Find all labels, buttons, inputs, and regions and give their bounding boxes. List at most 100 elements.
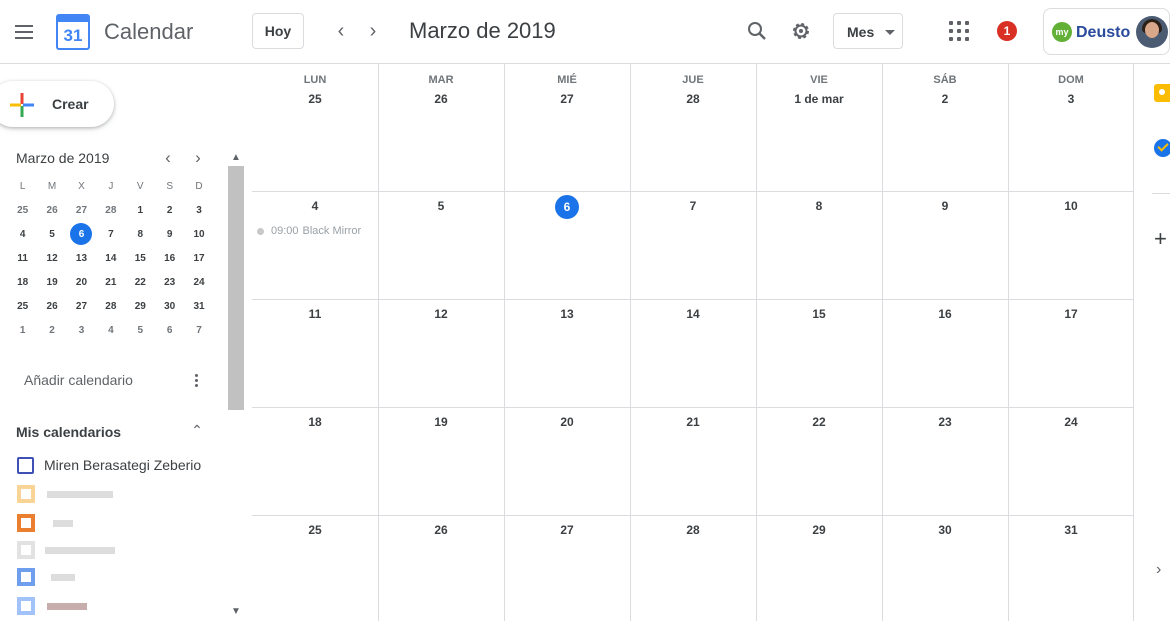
mini-prev-button[interactable]: ‹ bbox=[158, 148, 178, 168]
keep-icon[interactable] bbox=[1154, 84, 1170, 102]
day-cell[interactable]: 9 bbox=[882, 191, 1008, 299]
day-cell[interactable]: 23 bbox=[882, 407, 1008, 515]
tasks-icon[interactable] bbox=[1154, 139, 1170, 157]
mini-day[interactable]: 25 bbox=[8, 198, 37, 222]
mini-day[interactable]: 4 bbox=[96, 318, 125, 342]
mini-day[interactable]: 8 bbox=[126, 222, 155, 246]
day-cell[interactable]: 7 bbox=[630, 191, 756, 299]
day-cell[interactable]: 5 bbox=[378, 191, 504, 299]
day-number[interactable]: 19 bbox=[378, 415, 504, 429]
mini-day[interactable]: 27 bbox=[67, 198, 96, 222]
view-select[interactable]: Mes bbox=[833, 13, 903, 49]
day-number[interactable]: 26 bbox=[378, 92, 504, 106]
day-number[interactable]: 7 bbox=[630, 199, 756, 213]
day-number[interactable]: 12 bbox=[378, 307, 504, 321]
mini-day[interactable]: 26 bbox=[37, 294, 66, 318]
day-cell[interactable]: JUE 28 bbox=[630, 64, 756, 191]
mini-day[interactable]: 20 bbox=[67, 270, 96, 294]
day-cell[interactable]: 31 bbox=[1008, 515, 1134, 621]
sidebar-scrollbar[interactable]: ▲ ▼ bbox=[228, 150, 244, 620]
day-cell[interactable]: 4 09:00 Black Mirror bbox=[252, 191, 378, 299]
day-cell[interactable]: 11 bbox=[252, 299, 378, 407]
day-cell[interactable]: 10 bbox=[1008, 191, 1134, 299]
calendar-name[interactable]: Miren Berasategi Zeberio bbox=[44, 457, 201, 473]
day-cell[interactable]: 26 bbox=[378, 515, 504, 621]
day-cell[interactable]: 16 bbox=[882, 299, 1008, 407]
day-cell[interactable]: MAR 26 bbox=[378, 64, 504, 191]
day-cell[interactable]: 21 bbox=[630, 407, 756, 515]
mini-day[interactable]: 28 bbox=[96, 294, 125, 318]
mini-day[interactable]: 9 bbox=[155, 222, 184, 246]
day-number[interactable]: 24 bbox=[1008, 415, 1134, 429]
day-cell[interactable]: 8 bbox=[756, 191, 882, 299]
mini-day[interactable]: 5 bbox=[126, 318, 155, 342]
day-number[interactable]: 15 bbox=[756, 307, 882, 321]
day-cell[interactable]: 29 bbox=[756, 515, 882, 621]
chevron-up-icon[interactable]: ▲ bbox=[228, 152, 244, 164]
day-cell[interactable]: 13 bbox=[504, 299, 630, 407]
mini-day[interactable]: 30 bbox=[155, 294, 184, 318]
mini-day[interactable]: 6 bbox=[155, 318, 184, 342]
avatar[interactable] bbox=[1136, 16, 1168, 48]
day-cell[interactable]: SÁB 2 bbox=[882, 64, 1008, 191]
chevron-right-icon[interactable]: › bbox=[1156, 561, 1161, 579]
day-number[interactable]: 16 bbox=[882, 307, 1008, 321]
day-number[interactable]: 13 bbox=[504, 307, 630, 321]
chevron-down-icon[interactable]: ▼ bbox=[228, 606, 244, 618]
day-number[interactable]: 25 bbox=[252, 92, 378, 106]
mini-day[interactable]: 18 bbox=[8, 270, 37, 294]
day-cell[interactable]: 28 bbox=[630, 515, 756, 621]
day-number[interactable]: 25 bbox=[252, 523, 378, 537]
gear-icon[interactable] bbox=[789, 19, 813, 43]
mini-day[interactable]: 25 bbox=[8, 294, 37, 318]
collapse-icon[interactable]: ⌃ bbox=[188, 422, 206, 440]
app-name[interactable]: Calendar bbox=[104, 19, 193, 45]
day-number[interactable]: 8 bbox=[756, 199, 882, 213]
mini-day[interactable]: 2 bbox=[155, 198, 184, 222]
day-cell[interactable]: VIE 1 de mar bbox=[756, 64, 882, 191]
day-number[interactable]: 30 bbox=[882, 523, 1008, 537]
mini-day[interactable]: 26 bbox=[37, 198, 66, 222]
mini-day[interactable]: 1 bbox=[126, 198, 155, 222]
day-cell[interactable]: LUN 25 bbox=[252, 64, 378, 191]
day-cell[interactable]: 17 bbox=[1008, 299, 1134, 407]
mini-day[interactable]: 16 bbox=[155, 246, 184, 270]
day-number[interactable]: 27 bbox=[504, 92, 630, 106]
create-button[interactable]: Crear bbox=[0, 81, 114, 127]
mini-day[interactable]: 23 bbox=[155, 270, 184, 294]
mini-day[interactable]: 21 bbox=[96, 270, 125, 294]
day-number[interactable]: 14 bbox=[630, 307, 756, 321]
day-number[interactable]: 29 bbox=[756, 523, 882, 537]
apps-icon[interactable] bbox=[949, 21, 969, 41]
day-cell[interactable]: DOM 3 bbox=[1008, 64, 1134, 191]
mini-day[interactable]: 12 bbox=[37, 246, 66, 270]
notification-badge[interactable]: 1 bbox=[997, 21, 1017, 41]
day-number[interactable]: 11 bbox=[252, 307, 378, 321]
day-number[interactable]: 22 bbox=[756, 415, 882, 429]
mini-day[interactable]: 24 bbox=[184, 270, 213, 294]
day-cell[interactable]: 22 bbox=[756, 407, 882, 515]
day-cell[interactable]: 18 bbox=[252, 407, 378, 515]
mini-day[interactable]: 14 bbox=[96, 246, 125, 270]
day-number[interactable]: 5 bbox=[378, 199, 504, 213]
add-calendar-field[interactable]: Añadir calendario bbox=[24, 372, 133, 388]
day-number[interactable]: 4 bbox=[252, 199, 378, 213]
mini-day[interactable]: 22 bbox=[126, 270, 155, 294]
account-switcher[interactable]: my Deusto bbox=[1043, 8, 1170, 55]
day-cell[interactable]: 25 bbox=[252, 515, 378, 621]
day-number[interactable]: 21 bbox=[630, 415, 756, 429]
day-cell[interactable]: 14 bbox=[630, 299, 756, 407]
mini-day[interactable]: 29 bbox=[126, 294, 155, 318]
mini-day[interactable]: 31 bbox=[184, 294, 213, 318]
scroll-thumb[interactable] bbox=[228, 166, 244, 410]
calendar-checkbox[interactable] bbox=[17, 457, 34, 474]
mini-day[interactable]: 2 bbox=[37, 318, 66, 342]
today-button[interactable]: Hoy bbox=[252, 13, 304, 49]
day-number[interactable]: 28 bbox=[630, 92, 756, 106]
today-marker[interactable]: 6 bbox=[555, 195, 579, 219]
day-number[interactable]: 28 bbox=[630, 523, 756, 537]
day-cell[interactable]: 19 bbox=[378, 407, 504, 515]
day-number[interactable]: 26 bbox=[378, 523, 504, 537]
my-calendars-heading[interactable]: Mis calendarios bbox=[16, 424, 121, 440]
mini-day[interactable]: 13 bbox=[67, 246, 96, 270]
